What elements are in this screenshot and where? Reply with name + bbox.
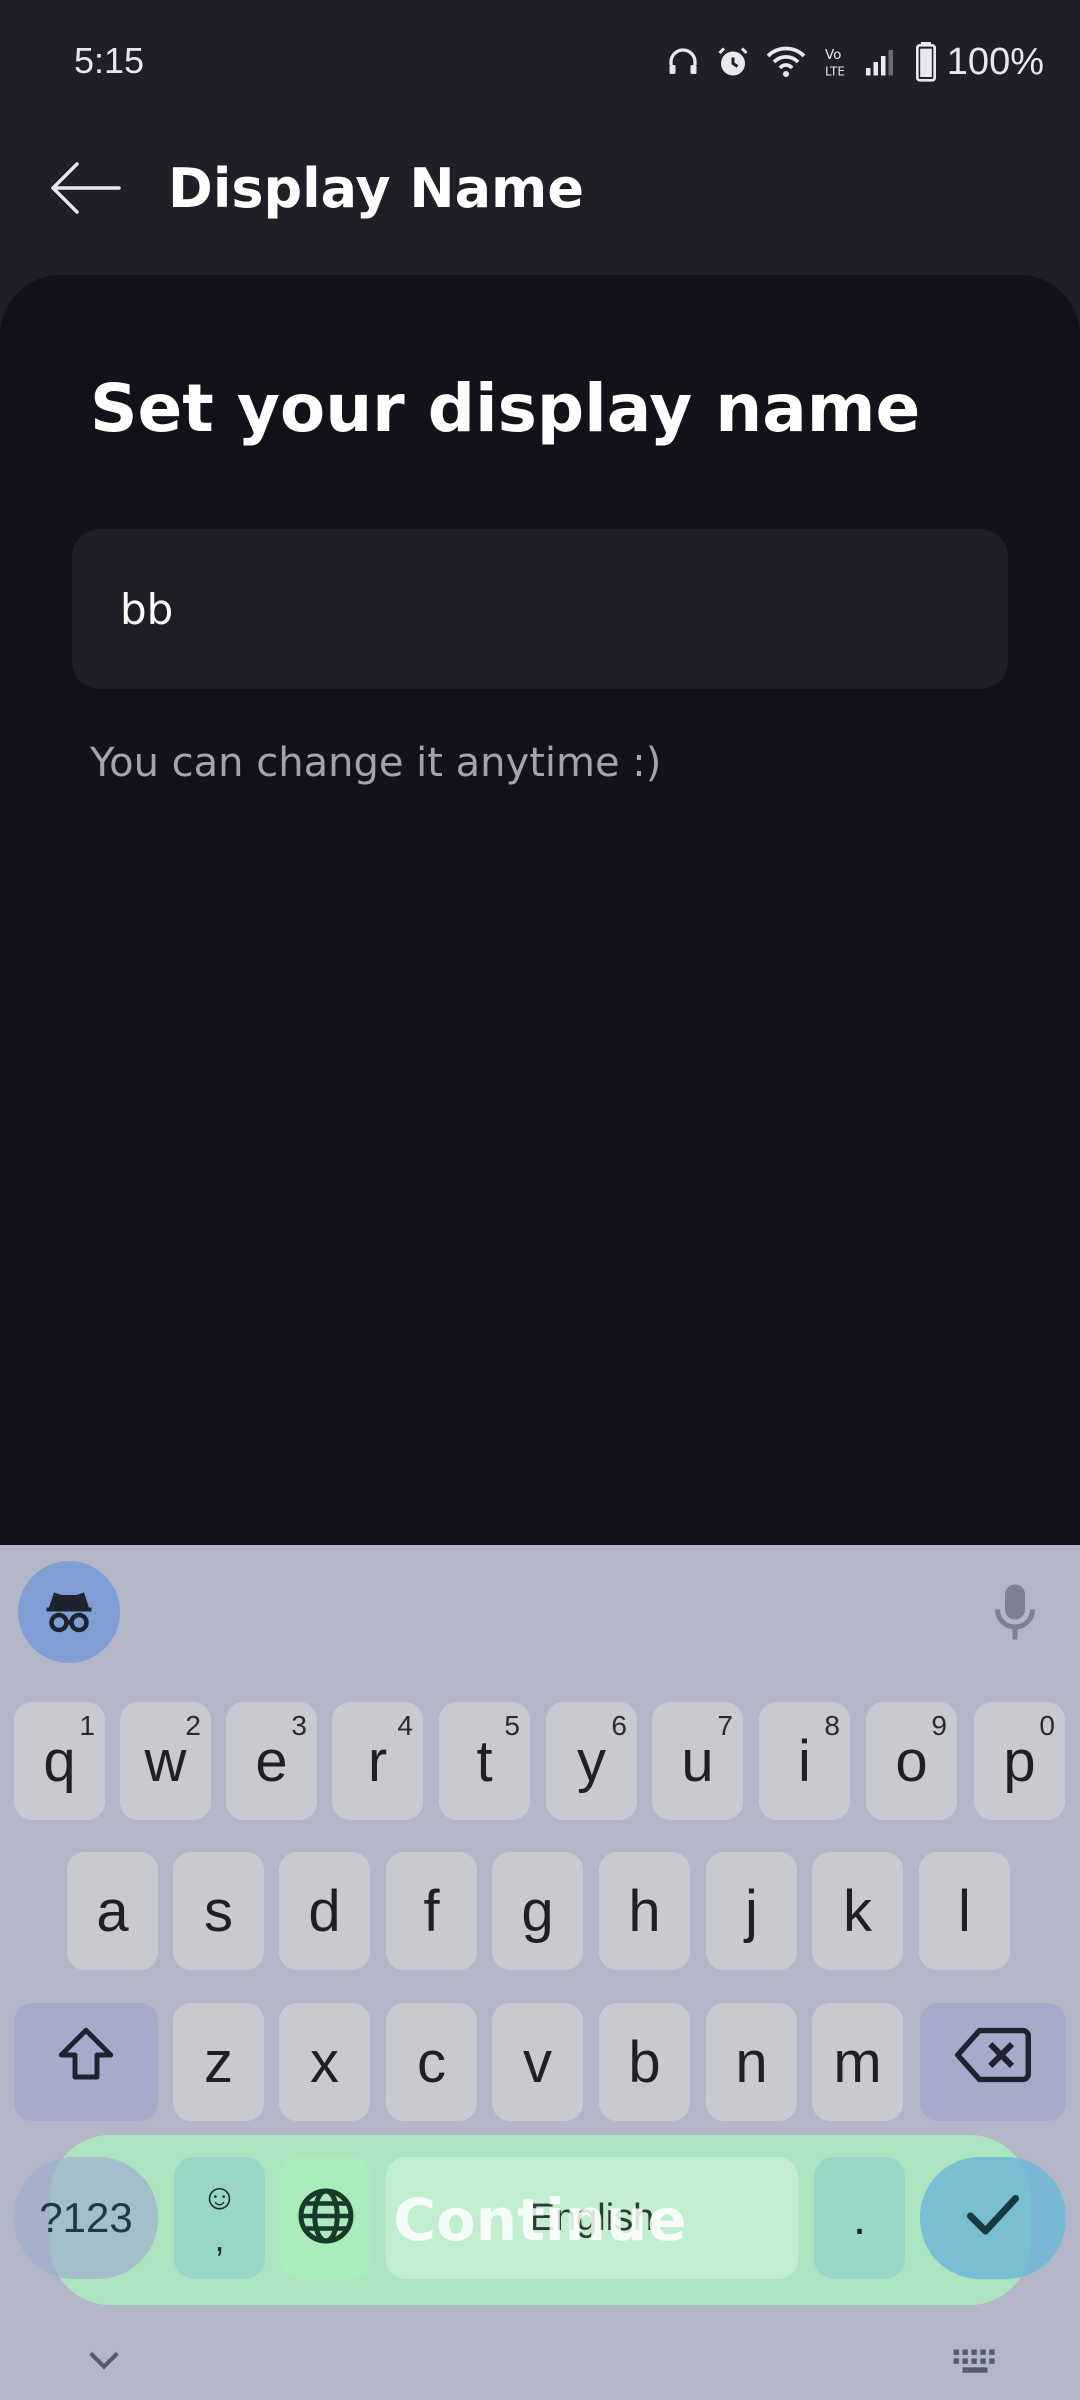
key-m[interactable]: m bbox=[812, 2003, 903, 2121]
key-hint: 1 bbox=[79, 1710, 95, 1741]
arrow-left-icon bbox=[47, 160, 123, 221]
signal-icon bbox=[861, 44, 901, 80]
key-x[interactable]: x bbox=[279, 2003, 370, 2121]
continue-label-layer: Continue bbox=[50, 2135, 1030, 2305]
key-c[interactable]: c bbox=[386, 2003, 477, 2121]
shift-icon bbox=[51, 2022, 121, 2102]
key-q[interactable]: q1 bbox=[14, 1702, 105, 1820]
key-j[interactable]: j bbox=[706, 1852, 797, 1970]
key-hint: 2 bbox=[185, 1710, 201, 1741]
page-title: Display Name bbox=[168, 157, 584, 220]
backspace-key[interactable] bbox=[920, 2003, 1066, 2121]
alarm-icon bbox=[715, 44, 751, 80]
key-v[interactable]: v bbox=[492, 2003, 583, 2121]
status-time: 5:15 bbox=[74, 40, 145, 81]
key-label: q bbox=[43, 1728, 76, 1794]
hint-text: You can change it anytime :) bbox=[90, 740, 662, 786]
content-card: Set your display name You can change it … bbox=[0, 275, 1080, 1545]
key-hint: 4 bbox=[397, 1710, 413, 1741]
microphone-icon bbox=[990, 1582, 1040, 1647]
key-label: t bbox=[476, 1728, 493, 1794]
key-f[interactable]: f bbox=[386, 1852, 477, 1970]
incognito-button[interactable] bbox=[18, 1561, 120, 1663]
keyboard-switch-icon[interactable] bbox=[950, 2345, 1000, 2384]
volte-icon: Vo LTE bbox=[821, 44, 847, 80]
status-bar: 5:15 Vo LTE 100% bbox=[0, 0, 1080, 125]
chevron-down-icon[interactable] bbox=[84, 2345, 124, 2380]
key-o[interactable]: o9 bbox=[866, 1702, 957, 1820]
key-u[interactable]: u7 bbox=[652, 1702, 743, 1820]
key-label: o bbox=[895, 1728, 928, 1794]
key-p[interactable]: p0 bbox=[974, 1702, 1065, 1820]
key-s[interactable]: s bbox=[173, 1852, 264, 1970]
key-i[interactable]: i8 bbox=[759, 1702, 850, 1820]
incognito-icon bbox=[39, 1580, 99, 1645]
key-t[interactable]: t5 bbox=[439, 1702, 530, 1820]
key-hint: 5 bbox=[504, 1710, 520, 1741]
key-d[interactable]: d bbox=[279, 1852, 370, 1970]
display-name-input[interactable] bbox=[72, 529, 1008, 689]
backspace-icon bbox=[955, 2025, 1031, 2099]
key-hint: 9 bbox=[931, 1710, 947, 1741]
key-r[interactable]: r4 bbox=[332, 1702, 423, 1820]
key-e[interactable]: e3 bbox=[226, 1702, 317, 1820]
key-label: y bbox=[577, 1728, 606, 1794]
status-icons: Vo LTE 100% bbox=[665, 38, 1044, 86]
key-hint: 0 bbox=[1039, 1710, 1055, 1741]
key-l[interactable]: l bbox=[919, 1852, 1010, 1970]
continue-label: Continue bbox=[393, 2186, 687, 2254]
battery-percentage: 100% bbox=[946, 40, 1044, 83]
key-label: u bbox=[681, 1728, 714, 1794]
section-heading: Set your display name bbox=[90, 370, 921, 447]
key-b[interactable]: b bbox=[599, 2003, 690, 2121]
back-button[interactable] bbox=[40, 155, 130, 225]
key-z[interactable]: z bbox=[173, 2003, 264, 2121]
key-hint: 3 bbox=[291, 1710, 307, 1741]
key-y[interactable]: y6 bbox=[546, 1702, 637, 1820]
headphones-icon bbox=[665, 44, 701, 80]
key-a[interactable]: a bbox=[67, 1852, 158, 1970]
key-g[interactable]: g bbox=[492, 1852, 583, 1970]
battery-icon bbox=[915, 42, 937, 82]
microphone-button[interactable] bbox=[980, 1579, 1050, 1649]
key-hint: 8 bbox=[824, 1710, 840, 1741]
svg-text:LTE: LTE bbox=[825, 65, 845, 79]
keyboard-nav-bar bbox=[0, 2335, 1080, 2400]
key-h[interactable]: h bbox=[599, 1852, 690, 1970]
key-n[interactable]: n bbox=[706, 2003, 797, 2121]
key-label: p bbox=[1003, 1728, 1036, 1794]
wifi-icon bbox=[765, 44, 807, 80]
key-label: e bbox=[255, 1728, 288, 1794]
key-label: r bbox=[367, 1728, 388, 1794]
shift-key[interactable] bbox=[14, 2003, 158, 2121]
key-w[interactable]: w2 bbox=[120, 1702, 211, 1820]
key-k[interactable]: k bbox=[812, 1852, 903, 1970]
soft-keyboard: q1 w2 e3 r4 t5 y6 u7 i8 o9 p0 a s d f g … bbox=[0, 1545, 1080, 2400]
key-hint: 6 bbox=[611, 1710, 627, 1741]
key-hint: 7 bbox=[717, 1710, 733, 1741]
svg-text:Vo: Vo bbox=[825, 47, 841, 63]
key-label: w bbox=[144, 1728, 187, 1794]
key-label: i bbox=[798, 1728, 811, 1794]
